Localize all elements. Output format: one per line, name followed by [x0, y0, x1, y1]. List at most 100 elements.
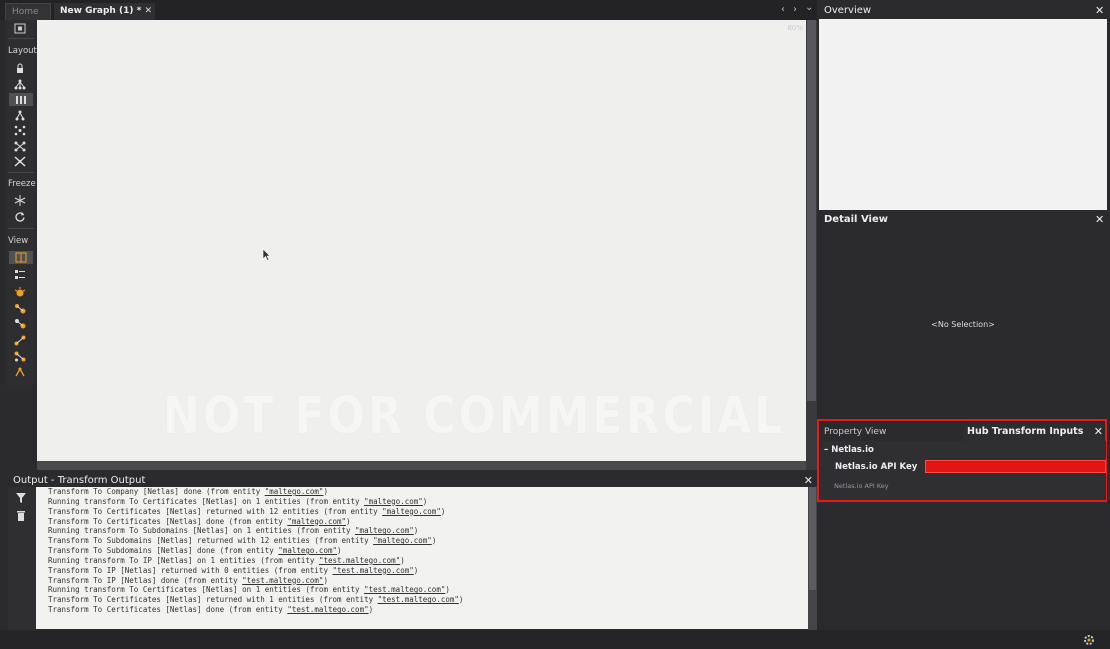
graph-toolbar: Layout Freeze View — [6, 20, 37, 385]
log-line: Running transform To Certificates [Netla… — [48, 497, 808, 507]
link-color-icon[interactable] — [13, 366, 27, 378]
log-line: Running transform To Certificates [Netla… — [48, 585, 808, 595]
collapse-icon[interactable]: – — [824, 445, 828, 455]
entity-link[interactable]: "test.maltego.com" — [287, 605, 368, 614]
node-color-icon[interactable] — [13, 317, 27, 329]
close-output-icon[interactable]: ✕ — [804, 474, 813, 487]
link-icon[interactable] — [13, 334, 27, 346]
entity-link[interactable]: "test.maltego.com" — [332, 566, 413, 575]
log-line: Transform To Subdomains [Netlas] returne… — [48, 536, 808, 546]
scrollbar-thumb[interactable] — [807, 20, 816, 401]
tab-new-graph[interactable]: New Graph (1) * ✕ — [54, 3, 155, 20]
entity-link[interactable]: "maltego.com" — [382, 507, 441, 516]
output-panel: Output - Transform Output ✕ Transform To… — [8, 472, 817, 630]
api-key-input[interactable] — [925, 460, 1106, 473]
layout-section-label: Layout — [8, 46, 37, 56]
log-line: Transform To Company [Netlas] done (from… — [48, 487, 808, 497]
log-text-end: ) — [422, 496, 428, 506]
circular-layout-icon[interactable] — [13, 140, 27, 152]
log-text: Transform To IP [Netlas] returned with 0… — [48, 565, 333, 575]
tab-property-view[interactable]: Property View — [824, 427, 886, 437]
close-detail-view-icon[interactable]: ✕ — [1095, 213, 1104, 226]
canvas-horizontal-scrollbar[interactable] — [37, 461, 806, 470]
divider — [8, 172, 34, 173]
trash-icon[interactable] — [16, 510, 26, 521]
entity-link[interactable]: "maltego.com" — [278, 546, 337, 555]
log-text: Transform To IP [Netlas] done (from enti… — [48, 575, 243, 585]
canvas-vertical-scrollbar[interactable] — [806, 20, 817, 470]
log-text-end: ) — [440, 506, 446, 516]
entity-link[interactable]: "maltego.com" — [265, 487, 324, 496]
hierarchy-layout-icon[interactable] — [13, 78, 27, 90]
log-line: Running transform To Subdomains [Netlas]… — [48, 526, 808, 536]
entity-link[interactable]: "maltego.com" — [373, 536, 432, 545]
output-log[interactable]: Transform To Company [Netlas] done (from… — [36, 487, 808, 629]
log-text: Transform To Subdomains [Netlas] done (f… — [48, 546, 279, 556]
log-text: Running transform To Subdomains [Netlas]… — [48, 526, 356, 536]
log-line: Transform To Certificates [Netlas] done … — [48, 517, 808, 527]
log-text: Transform To Company [Netlas] done (from… — [48, 487, 265, 496]
output-scrollbar[interactable] — [808, 487, 817, 630]
tree-layout-icon[interactable] — [13, 109, 27, 121]
detail-view-title: Detail View — [824, 214, 888, 225]
log-line: Transform To Certificates [Netlas] done … — [48, 605, 808, 615]
lock-icon[interactable] — [13, 62, 27, 74]
log-line: Transform To Certificates [Netlas] retur… — [48, 595, 808, 605]
log-text-end: ) — [458, 595, 464, 605]
entity-link[interactable]: "test.maltego.com" — [319, 556, 400, 565]
category-netlas[interactable]: – Netlas.io — [824, 445, 874, 455]
property-grid: – Netlas.io Netlas.io API Key Netlas.io … — [820, 441, 1106, 500]
select-all-icon[interactable] — [13, 22, 27, 34]
log-text: Transform To Subdomains [Netlas] returne… — [48, 536, 374, 546]
log-text-end: ) — [400, 555, 405, 565]
log-line: Running transform To IP [Netlas] on 1 en… — [48, 556, 808, 566]
status-bar — [0, 630, 1110, 649]
close-overview-icon[interactable]: ✕ — [1095, 4, 1104, 17]
busy-indicator-icon — [1084, 635, 1094, 645]
filter-icon[interactable] — [16, 493, 26, 503]
log-text: Transform To Certificates [Netlas] retur… — [48, 595, 378, 605]
log-text-end: ) — [323, 487, 328, 496]
interactive-layout-icon[interactable] — [13, 155, 27, 167]
tab-hub-transform-inputs[interactable]: Hub Transform Inputs — [964, 423, 1102, 441]
graph-view-icon[interactable] — [9, 251, 33, 264]
output-toolbar — [8, 487, 36, 630]
tab-new-graph-label: New Graph (1) * — [60, 6, 142, 16]
api-key-description: Netlas.io API Key — [834, 482, 889, 490]
scrollbar-thumb[interactable] — [809, 487, 816, 590]
entity-link[interactable]: "test.maltego.com" — [242, 576, 323, 585]
entity-link[interactable]: "test.maltego.com" — [378, 595, 459, 604]
overview-panel[interactable] — [819, 19, 1107, 210]
log-text-end: ) — [431, 536, 437, 546]
next-tab-icon[interactable]: › — [793, 4, 797, 15]
api-key-label: Netlas.io API Key — [835, 462, 918, 472]
bulb-icon[interactable] — [13, 286, 27, 298]
log-line: Transform To Certificates [Netlas] retur… — [48, 507, 808, 517]
prev-tab-icon[interactable]: ‹ — [781, 4, 785, 15]
property-panel: Property View Hub Transform Inputs ✕ – N… — [817, 419, 1107, 502]
log-line: Transform To Subdomains [Netlas] done (f… — [48, 546, 808, 556]
entity-link[interactable]: "maltego.com" — [364, 497, 423, 506]
snowflake-icon[interactable] — [13, 194, 27, 206]
entity-link[interactable]: "test.maltego.com" — [364, 585, 445, 594]
tab-hub-label: Hub Transform Inputs — [967, 426, 1084, 437]
link-size-icon[interactable] — [13, 350, 27, 362]
graph-canvas[interactable]: 80% NOT FOR COMMERCIAL USE — [37, 20, 806, 461]
block-layout-icon[interactable] — [9, 93, 33, 106]
entity-link[interactable]: "maltego.com" — [355, 526, 414, 535]
tab-list-icon[interactable]: ⌄ — [805, 2, 813, 13]
organic-layout-icon[interactable] — [13, 124, 27, 136]
log-text: Transform To Certificates [Netlas] retur… — [48, 506, 383, 516]
log-text-end: ) — [368, 605, 374, 615]
entity-link[interactable]: "maltego.com" — [287, 517, 346, 526]
close-property-icon[interactable]: ✕ — [1094, 425, 1103, 438]
log-text-end: ) — [445, 585, 450, 595]
overview-title: Overview — [824, 5, 872, 16]
log-text: Running transform To Certificates [Netla… — [48, 585, 365, 595]
node-size-icon[interactable] — [13, 302, 27, 314]
log-text-end: ) — [323, 575, 328, 585]
tab-home[interactable]: Home — [5, 3, 51, 20]
list-view-icon[interactable] — [13, 268, 27, 280]
close-tab-icon[interactable]: ✕ — [144, 3, 152, 20]
refresh-icon[interactable] — [13, 210, 27, 222]
